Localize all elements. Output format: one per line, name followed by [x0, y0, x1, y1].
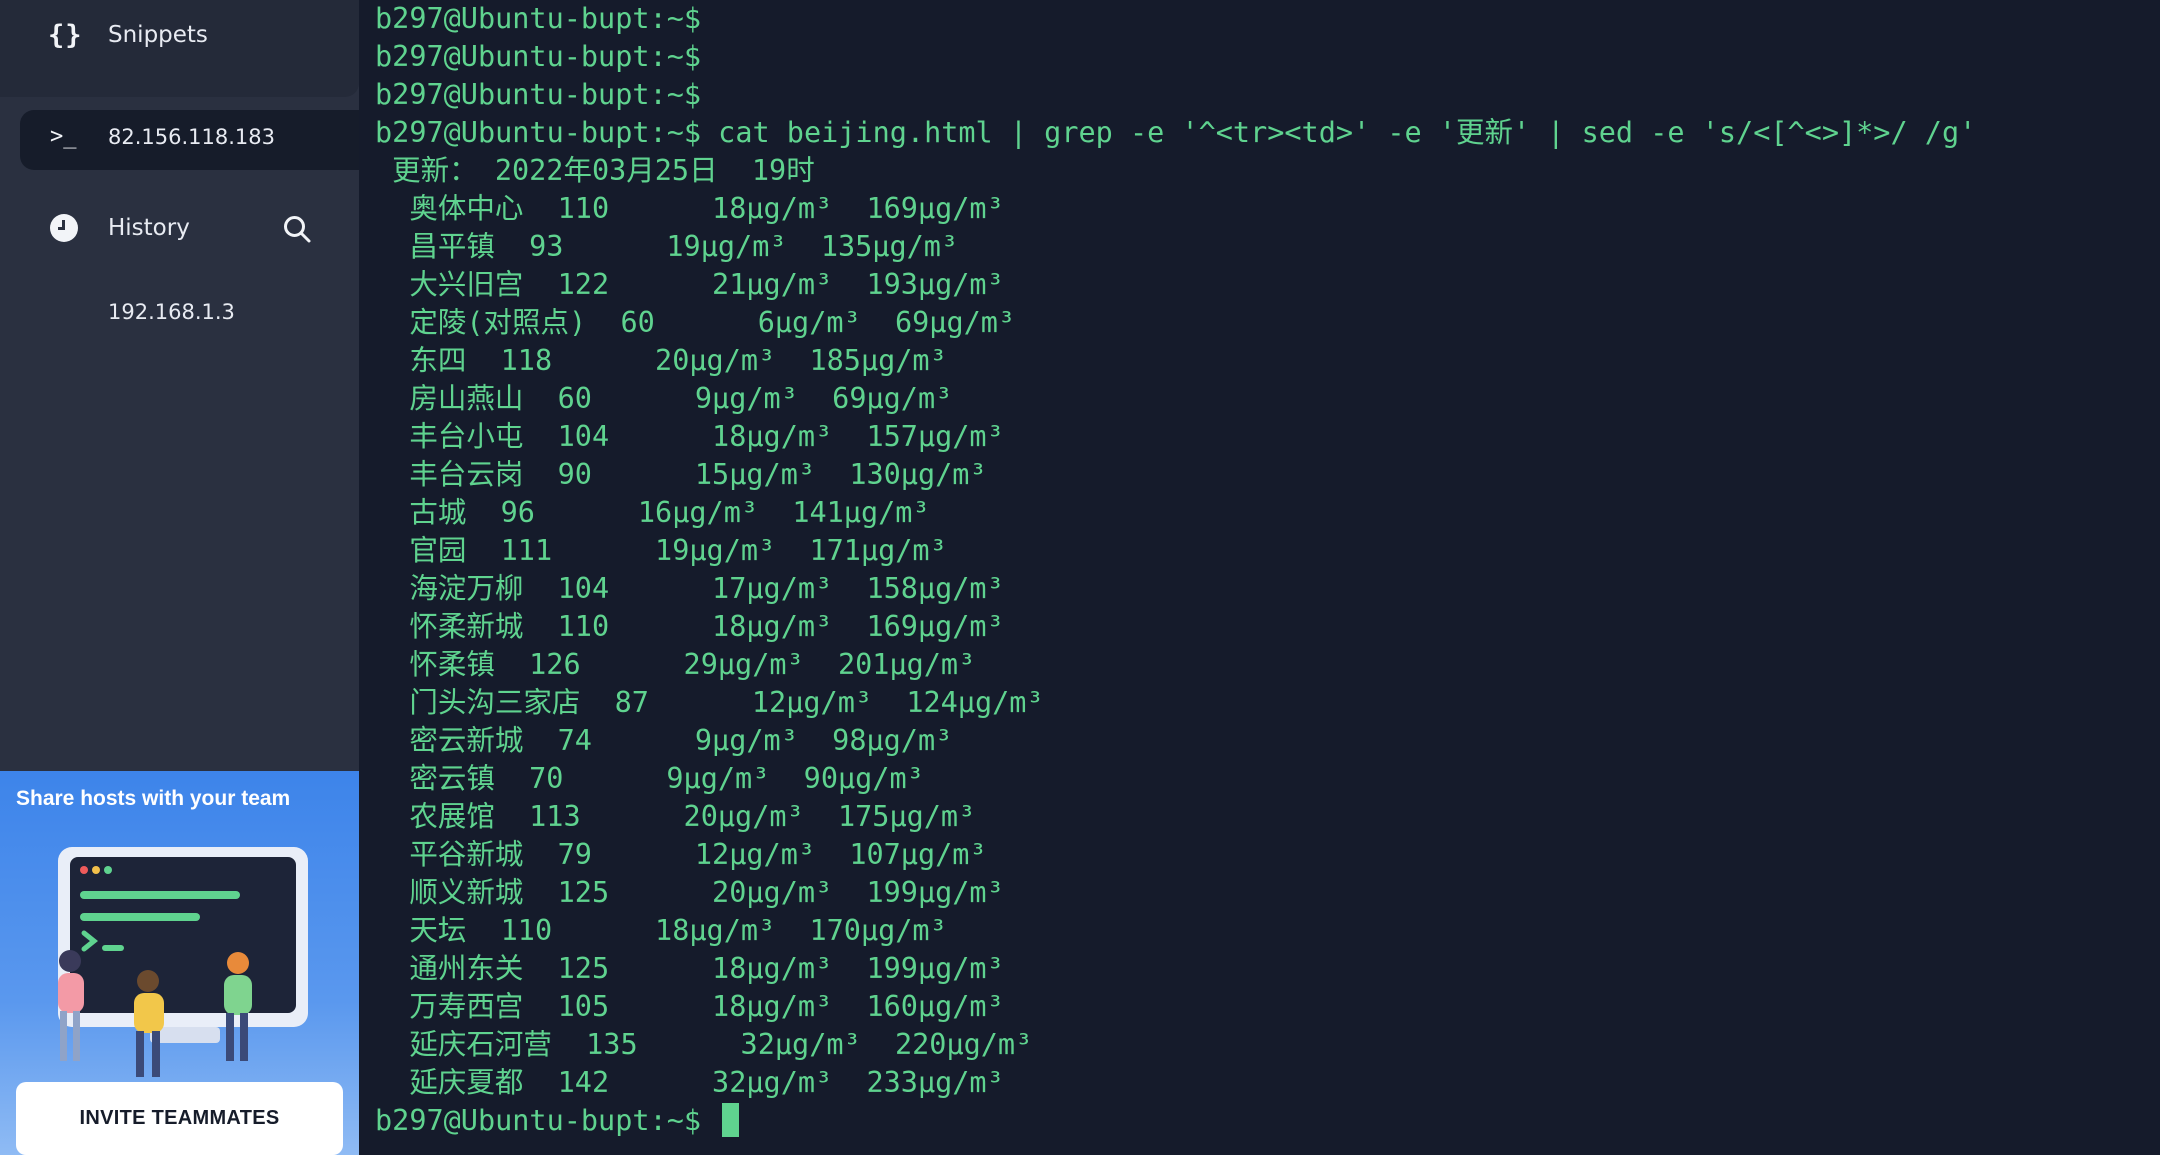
terminal-line: 万寿西宫 105 18µg/m³ 160µg/m³: [375, 990, 1004, 1023]
braces-icon: {}: [48, 20, 83, 51]
sidebar-item-label: Snippets: [108, 22, 208, 48]
terminal-line: 丰台小屯 104 18µg/m³ 157µg/m³: [375, 420, 1004, 453]
terminal-icon: >_: [50, 124, 77, 149]
terminal-line: 丰台云岗 90 15µg/m³ 130µg/m³: [375, 458, 987, 491]
search-icon[interactable]: [282, 214, 312, 244]
terminal-line: b297@Ubuntu-bupt:~$ cat beijing.html | g…: [375, 116, 1977, 149]
terminal-line: 大兴旧宫 122 21µg/m³ 193µg/m³: [375, 268, 1004, 301]
terminal-line: 平谷新城 79 12µg/m³ 107µg/m³: [375, 838, 987, 871]
terminal-view[interactable]: b297@Ubuntu-bupt:~$ b297@Ubuntu-bupt:~$ b2…: [359, 0, 2160, 1155]
terminal-line: 定陵(对照点) 60 6µg/m³ 69µg/m³: [375, 306, 1016, 339]
terminal-line: 通州东关 125 18µg/m³ 199µg/m³: [375, 952, 1004, 985]
terminal-line: 密云镇 70 9µg/m³ 90µg/m³: [375, 762, 924, 795]
terminal-prompt-line[interactable]: b297@Ubuntu-bupt:~$: [375, 1102, 1976, 1140]
terminal-output: b297@Ubuntu-bupt:~$ b297@Ubuntu-bupt:~$ b2…: [375, 0, 1976, 1140]
terminal-cursor: [722, 1103, 740, 1137]
terminal-line: 农展馆 113 20µg/m³ 175µg/m³: [375, 800, 976, 833]
terminal-line: 怀柔新城 110 18µg/m³ 169µg/m³: [375, 610, 1004, 643]
sidebar: {} Snippets >_ 82.156.118.183 History 19…: [0, 0, 359, 1155]
terminal-line: b297@Ubuntu-bupt:~$: [375, 40, 702, 73]
sidebar-item-label: History: [108, 215, 190, 241]
terminal-line: 延庆石河营 135 32µg/m³ 220µg/m³: [375, 1028, 1033, 1061]
invite-teammates-button[interactable]: INVITE TEAMMATES: [16, 1082, 343, 1155]
share-hosts-promo: Share hosts with your team INVITE TEAMMA…: [0, 771, 359, 1155]
terminal-line: b297@Ubuntu-bupt:~$: [375, 2, 702, 35]
terminal-line: 怀柔镇 126 29µg/m³ 201µg/m³: [375, 648, 976, 681]
terminal-line: 昌平镇 93 19µg/m³ 135µg/m³: [375, 230, 959, 263]
terminal-line: 房山燕山 60 9µg/m³ 69µg/m³: [375, 382, 953, 415]
sidebar-item-active-host[interactable]: >_ 82.156.118.183: [20, 110, 359, 170]
terminal-line: 古城 96 16µg/m³ 141µg/m³: [375, 496, 930, 529]
terminal-line: 密云新城 74 9µg/m³ 98µg/m³: [375, 724, 953, 757]
sidebar-item-snippets[interactable]: {} Snippets: [0, 0, 359, 97]
terminal-line: 延庆夏都 142 32µg/m³ 233µg/m³: [375, 1066, 1004, 1099]
terminal-line: 东四 118 20µg/m³ 185µg/m³: [375, 344, 947, 377]
promo-title: Share hosts with your team: [16, 787, 291, 810]
sidebar-item-history[interactable]: History: [0, 200, 359, 260]
terminal-line: 天坛 110 18µg/m³ 170µg/m³: [375, 914, 947, 947]
history-item[interactable]: 192.168.1.3: [108, 300, 235, 324]
app-root: {} Snippets >_ 82.156.118.183 History 19…: [0, 0, 2160, 1155]
terminal-line: 奥体中心 110 18µg/m³ 169µg/m³: [375, 192, 1004, 225]
terminal-prompt: b297@Ubuntu-bupt:~$: [375, 1104, 719, 1137]
terminal-line: 顺义新城 125 20µg/m³ 199µg/m³: [375, 876, 1004, 909]
terminal-line: 门头沟三家店 87 12µg/m³ 124µg/m³: [375, 686, 1044, 719]
sidebar-item-label: 82.156.118.183: [108, 125, 275, 149]
team-terminal-illustration: [58, 847, 308, 1077]
terminal-line: 官园 111 19µg/m³ 171µg/m³: [375, 534, 947, 567]
clock-icon: [50, 214, 78, 242]
terminal-line: 海淀万柳 104 17µg/m³ 158µg/m³: [375, 572, 1004, 605]
terminal-line: b297@Ubuntu-bupt:~$: [375, 78, 702, 111]
terminal-line: 更新： 2022年03月25日 19时: [375, 154, 815, 187]
